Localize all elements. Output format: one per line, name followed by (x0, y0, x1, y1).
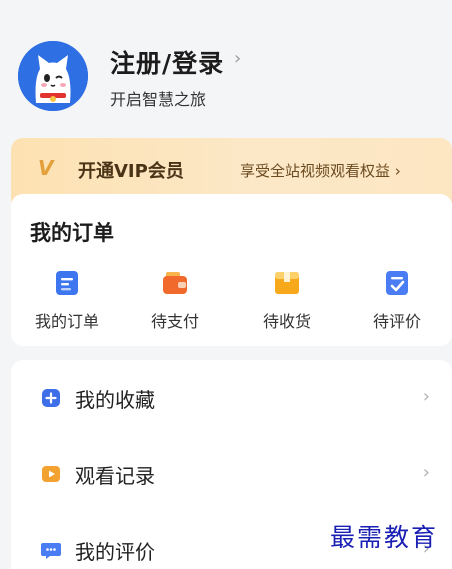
vip-benefit-link[interactable]: 享受全站视频观看权益 › (240, 160, 401, 181)
vip-label[interactable]: 开通VIP会员 (78, 157, 184, 183)
order-item-label: 待收货 (262, 312, 311, 331)
vip-badge-icon: V (38, 156, 54, 180)
profile-header[interactable]: 注册/登录 › 开启智慧之旅 (0, 0, 452, 130)
favorites-plus-icon (42, 389, 60, 407)
package-icon (275, 272, 299, 294)
profile-subtitle: 开启智慧之旅 (110, 90, 207, 109)
watermark: 最需教育 (330, 523, 439, 552)
order-list-icon (56, 271, 78, 295)
orders-title: 我的订单 (30, 221, 114, 245)
chevron-right-icon[interactable]: › (234, 48, 241, 69)
chevron-right-icon: › (422, 386, 430, 407)
comment-icon (41, 543, 61, 559)
order-item-label: 我的订单 (34, 312, 99, 331)
order-item-label: 待评价 (372, 312, 421, 331)
menu-item-label: 我的评价 (75, 540, 155, 564)
play-history-icon (42, 466, 60, 482)
chevron-right-icon: › (422, 462, 430, 483)
menu-item-favorites[interactable]: 我的收藏 › (11, 378, 452, 418)
menu-item-label: 我的收藏 (75, 388, 155, 412)
review-check-icon (386, 271, 408, 295)
order-item-label: 待支付 (150, 312, 199, 331)
order-item-pending-review[interactable]: 待评价 (357, 270, 437, 332)
menu-item-watch-history[interactable]: 观看记录 › (11, 454, 452, 494)
order-item-pending-delivery[interactable]: 待收货 (247, 270, 327, 332)
cat-mascot-icon[interactable] (18, 41, 88, 111)
menu-item-label: 观看记录 (75, 464, 155, 488)
wallet-icon (163, 272, 187, 294)
order-item-pending-payment[interactable]: 待支付 (135, 270, 215, 332)
order-item-all[interactable]: 我的订单 (27, 270, 107, 332)
login-title[interactable]: 注册/登录 (110, 44, 224, 80)
